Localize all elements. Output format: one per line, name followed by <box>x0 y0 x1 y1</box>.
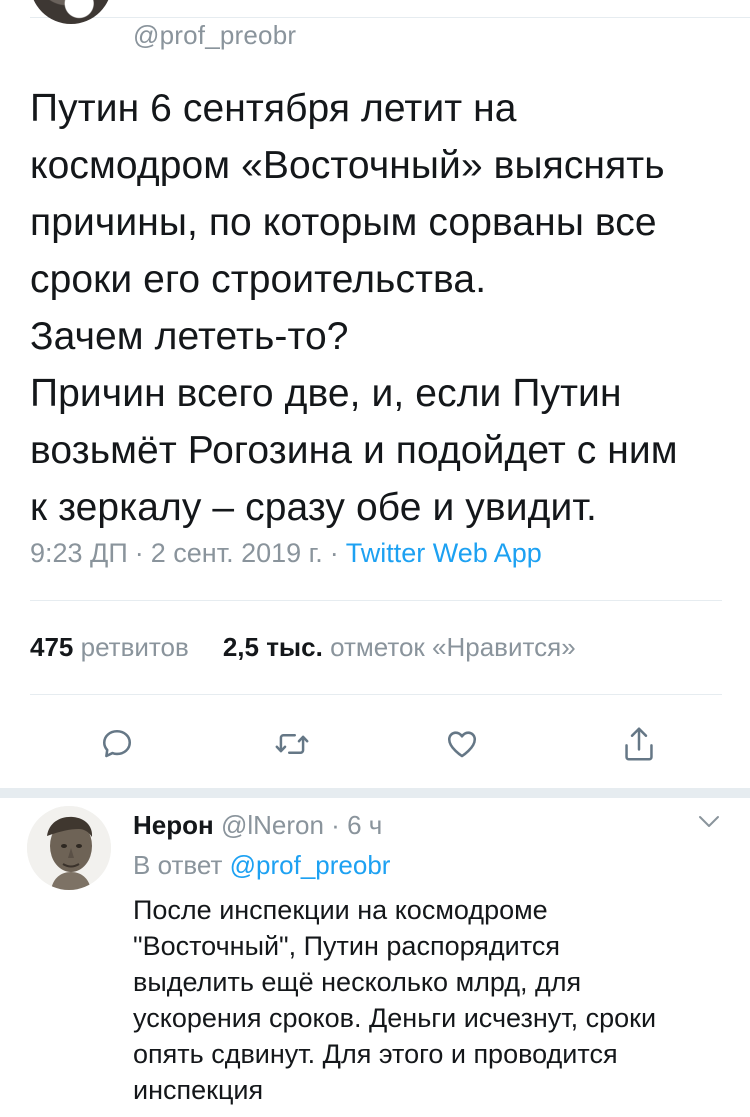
like-button[interactable] <box>440 722 484 766</box>
reply-context: В ответ @prof_preobr <box>133 850 390 881</box>
reply-to-label: В ответ <box>133 850 223 880</box>
reply-text: После инспекции на космодроме "Восточный… <box>133 895 657 1105</box>
author-avatar[interactable] <box>30 0 112 24</box>
chevron-down-icon <box>699 816 719 827</box>
tweet-meta: 9:23 ДП · 2 сент. 2019 г. · Twitter Web App <box>30 538 542 569</box>
speech-bubble-icon <box>102 729 132 758</box>
retweets-label: ретвитов <box>80 632 189 662</box>
reply-to-mention[interactable]: @prof_preobr <box>230 850 391 880</box>
retweet-button[interactable] <box>270 722 314 766</box>
reply-author-avatar[interactable] <box>27 806 111 890</box>
bust-portrait-icon <box>27 806 111 890</box>
reply-age: 6 ч <box>347 810 383 840</box>
tweet-date: 2 сент. 2019 г. <box>150 538 323 568</box>
retweets-count: 475 <box>30 632 74 662</box>
reply-author-handle[interactable]: @lNeron <box>221 810 324 840</box>
meta-separator: · <box>134 538 144 568</box>
reply-menu-button[interactable] <box>698 815 720 834</box>
share-button[interactable] <box>617 722 661 766</box>
section-divider <box>0 788 750 798</box>
meta-separator: · <box>329 538 339 568</box>
retweet-icon <box>275 734 309 754</box>
retweets-stat[interactable]: 475 ретвитов <box>30 632 189 662</box>
reply-author-name[interactable]: Нерон <box>133 810 214 840</box>
stats-bottom-divider <box>30 694 722 695</box>
share-icon <box>625 727 653 761</box>
tweet-source-link[interactable]: Twitter Web App <box>346 538 542 568</box>
heart-icon <box>447 731 477 758</box>
likes-label: отметок «Нравится» <box>330 632 576 662</box>
tweet-text: Путин 6 сентября летит на космодром «Вос… <box>30 87 678 529</box>
tweet-time: 9:23 ДП <box>30 538 128 568</box>
likes-stat[interactable]: 2,5 тыс. отметок «Нравится» <box>223 632 576 662</box>
author-handle[interactable]: @prof_preobr <box>133 20 296 51</box>
reply-separator: · <box>331 810 340 840</box>
reply-button[interactable] <box>95 722 139 766</box>
tweet-stats: 475 ретвитов 2,5 тыс. отметок «Нравится» <box>30 632 576 663</box>
top-divider <box>30 17 750 18</box>
stats-top-divider <box>30 600 722 601</box>
reply-header: Нерон @lNeron · 6 ч <box>133 810 382 841</box>
likes-count: 2,5 тыс. <box>222 632 323 662</box>
